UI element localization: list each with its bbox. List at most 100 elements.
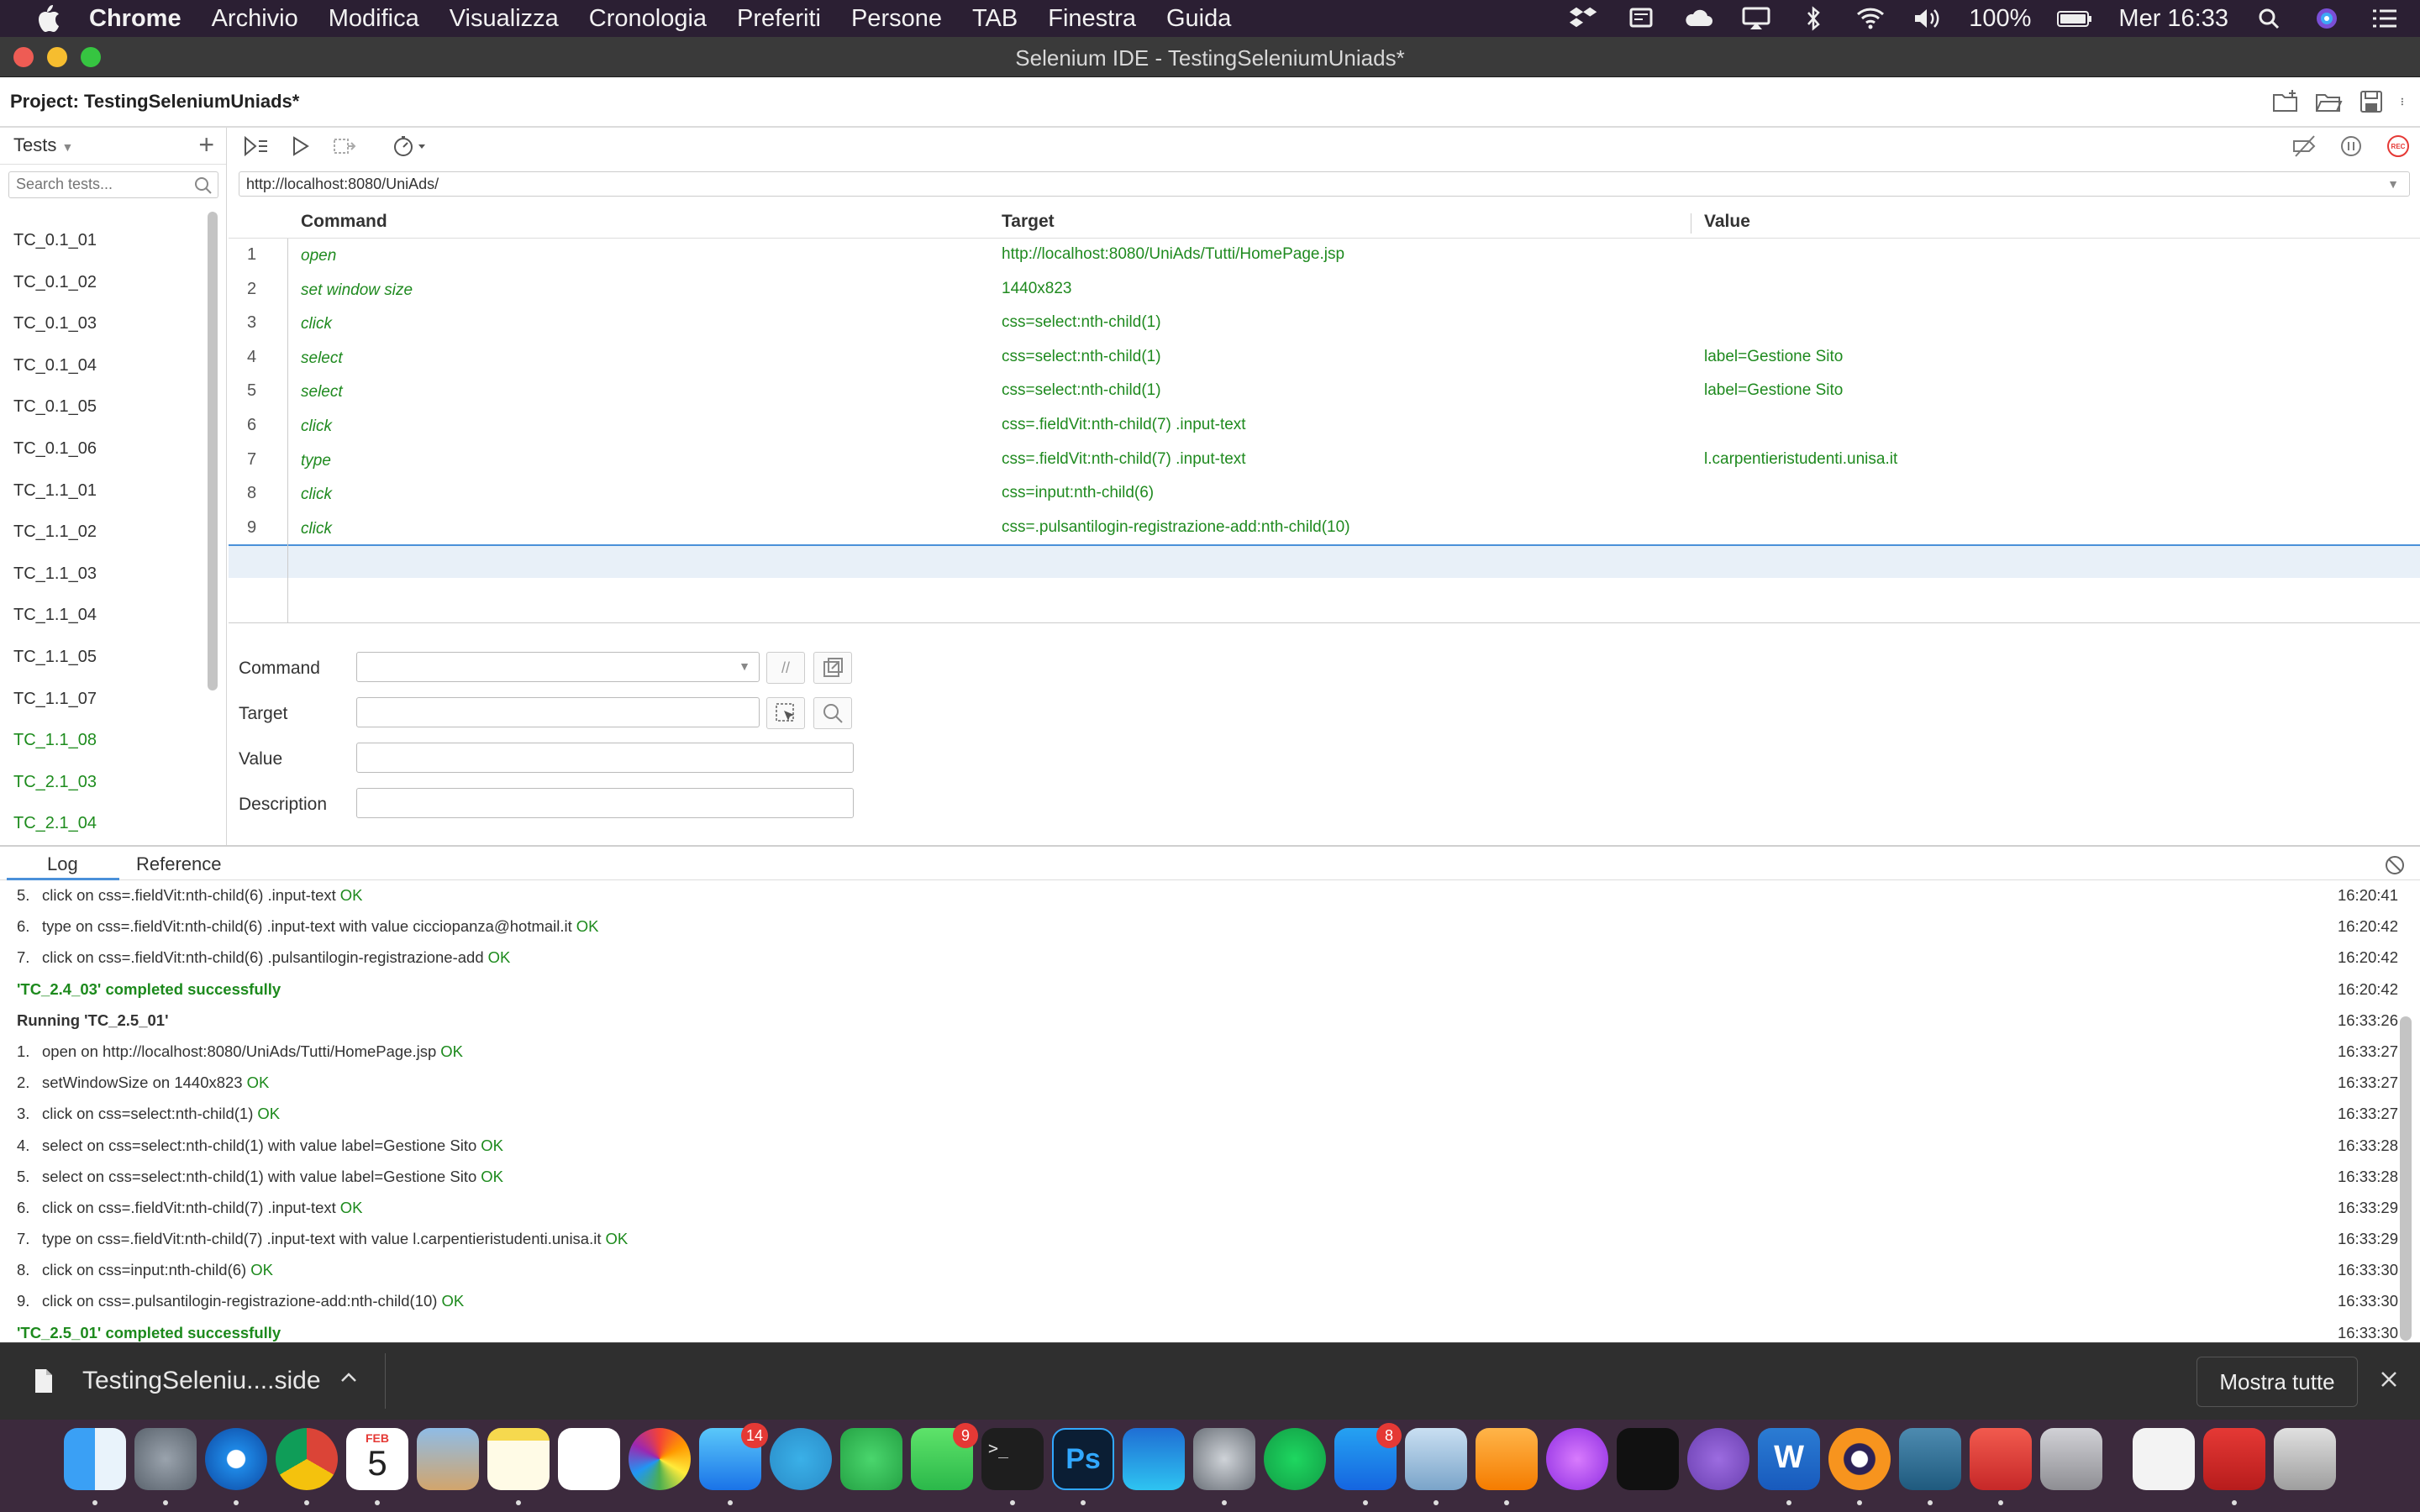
git-tool-dock-icon[interactable] <box>1970 1428 2032 1490</box>
test-item[interactable]: TC_1.1_04 <box>0 595 202 637</box>
chevron-down-icon[interactable]: ▼ <box>2387 172 2399 196</box>
menu-cronologia[interactable]: Cronologia <box>589 5 707 33</box>
menu-guida[interactable]: Guida <box>1166 5 1231 33</box>
test-item[interactable]: TC_0.1_02 <box>0 262 202 304</box>
notification-center-icon[interactable] <box>2368 6 2400 31</box>
command-row[interactable]: 1 open http://localhost:8080/UniAds/Tutti/… <box>229 239 2420 273</box>
save-project-icon[interactable] <box>2357 87 2386 116</box>
value-input[interactable] <box>356 743 854 773</box>
tests-scrollbar[interactable] <box>208 212 218 690</box>
menu-archivio[interactable]: Archivio <box>212 5 298 33</box>
chevron-up-icon[interactable] <box>338 1367 360 1389</box>
command-row[interactable]: 5 select css=select:nth-child(1) label=Gest… <box>229 375 2420 409</box>
tab-log[interactable]: Log <box>47 853 78 875</box>
menu-persone[interactable]: Persone <box>851 5 942 33</box>
pages-dock-icon[interactable] <box>1476 1428 1538 1490</box>
base-url-input[interactable]: http://localhost:8080/UniAds/ ▼ <box>239 171 2410 197</box>
launchpad-dock-icon[interactable] <box>134 1428 197 1490</box>
select-target-button[interactable] <box>766 697 805 729</box>
apple-logo-icon[interactable] <box>34 3 60 34</box>
sky-go-dock-icon[interactable] <box>1123 1428 1185 1490</box>
notes-dock-icon[interactable] <box>487 1428 550 1490</box>
menubar-clock[interactable]: Mer 16:33 <box>2118 5 2228 33</box>
target-input[interactable] <box>356 697 760 727</box>
command-row[interactable]: 2 set window size 1440x823 <box>229 273 2420 307</box>
photoshop-dock-icon[interactable]: Ps <box>1052 1428 1114 1490</box>
menu-preferiti[interactable]: Preferiti <box>737 5 821 33</box>
show-all-downloads-button[interactable]: Mostra tutte <box>2196 1357 2358 1407</box>
search-icon[interactable] <box>192 175 214 197</box>
wifi-icon[interactable] <box>1854 6 1886 31</box>
test-item[interactable]: TC_2.1_04 <box>0 803 202 845</box>
command-row[interactable]: 7 type css=.fieldVit:nth-child(7) .input-t… <box>229 444 2420 478</box>
command-row[interactable]: 9 click css=.pulsantilogin-registrazione-a… <box>229 512 2420 546</box>
description-input[interactable] <box>356 788 854 818</box>
search-tests-input[interactable] <box>16 172 184 196</box>
reminders-dock-icon[interactable] <box>558 1428 620 1490</box>
test-speed-icon[interactable] <box>392 133 427 160</box>
command-select[interactable]: ▼ <box>356 652 760 682</box>
test-item[interactable]: TC_1.1_05 <box>0 637 202 679</box>
spotify-dock-icon[interactable] <box>1264 1428 1326 1490</box>
command-row[interactable]: 6 click css=.fieldVit:nth-child(7) .input-… <box>229 409 2420 444</box>
bbedit-dock-icon[interactable] <box>2040 1428 2102 1490</box>
log-scrollbar[interactable] <box>2400 1016 2412 1341</box>
download-filename[interactable]: TestingSeleniu....side <box>82 1367 321 1395</box>
siri-icon[interactable] <box>2311 6 2343 31</box>
finder-dock-icon[interactable] <box>64 1428 126 1490</box>
preview-bird-dock-icon[interactable] <box>417 1428 479 1490</box>
spotlight-search-icon[interactable] <box>2254 6 2286 31</box>
record-icon[interactable]: REC <box>2385 133 2412 160</box>
project-name[interactable]: Project: TestingSeleniumUniads* <box>10 91 299 113</box>
panel-splitter[interactable] <box>0 845 2420 847</box>
test-item[interactable]: TC_1.1_08 <box>0 720 202 762</box>
pause-on-exceptions-icon[interactable] <box>2338 133 2365 160</box>
podcasts-dock-icon[interactable] <box>1546 1428 1608 1490</box>
tab-reference[interactable]: Reference <box>136 853 222 875</box>
menu-tab[interactable]: TAB <box>972 5 1018 33</box>
photos-dock-icon[interactable] <box>629 1428 691 1490</box>
menu-finestra[interactable]: Finestra <box>1048 5 1136 33</box>
apple-tv-dock-icon[interactable] <box>1617 1428 1679 1490</box>
test-item[interactable]: TC_1.1_02 <box>0 512 202 554</box>
preview-dock-icon[interactable] <box>1405 1428 1467 1490</box>
disable-breakpoints-icon[interactable] <box>2291 133 2317 160</box>
command-row[interactable]: 4 select css=select:nth-child(1) label=Gest… <box>229 341 2420 375</box>
test-item[interactable]: TC_0.1_06 <box>0 428 202 470</box>
run-current-test-icon[interactable] <box>287 133 314 160</box>
run-all-tests-icon[interactable] <box>242 133 269 160</box>
find-target-button[interactable] <box>813 697 852 729</box>
whatsapp-dock-icon[interactable] <box>840 1428 902 1490</box>
new-project-icon[interactable] <box>2271 87 2300 116</box>
bluetooth-icon[interactable] <box>1797 6 1829 31</box>
open-project-icon[interactable] <box>2314 87 2343 116</box>
chrome-dock-icon[interactable] <box>276 1428 338 1490</box>
documents-dock-icon[interactable] <box>2133 1428 2195 1490</box>
dropbox-icon[interactable] <box>1569 6 1601 31</box>
battery-icon[interactable] <box>2056 6 2093 31</box>
eclipse-dock-icon[interactable] <box>1828 1428 1891 1490</box>
trash-dock-icon[interactable] <box>2274 1428 2336 1490</box>
test-item[interactable]: TC_0.1_04 <box>0 345 202 387</box>
comment-toggle-button[interactable]: // <box>766 652 805 684</box>
command-row[interactable]: 8 click css=input:nth-child(6) <box>229 477 2420 512</box>
test-item[interactable]: TC_0.1_01 <box>0 220 202 262</box>
more-options-icon[interactable] <box>2400 87 2412 116</box>
test-item[interactable]: TC_0.1_03 <box>0 303 202 345</box>
close-icon[interactable] <box>2378 1368 2400 1390</box>
volume-icon[interactable] <box>1912 6 1944 31</box>
add-test-button[interactable]: + <box>198 129 214 160</box>
command-row[interactable]: 3 click css=select:nth-child(1) <box>229 307 2420 341</box>
calendar-dock-icon[interactable]: FEB 5 <box>346 1428 408 1490</box>
mysql-workbench-dock-icon[interactable] <box>1899 1428 1961 1490</box>
test-item[interactable]: TC_1.1_07 <box>0 679 202 721</box>
telegram-dock-icon[interactable] <box>770 1428 832 1490</box>
clear-log-icon[interactable] <box>2383 853 2407 877</box>
test-item[interactable]: TC_2.1_03 <box>0 762 202 804</box>
menu-modifica[interactable]: Modifica <box>329 5 419 33</box>
tests-dropdown[interactable]: Tests ▼ <box>13 134 73 156</box>
safari-dock-icon[interactable] <box>205 1428 267 1490</box>
test-item[interactable]: TC_1.1_03 <box>0 554 202 596</box>
selected-empty-row[interactable] <box>229 544 2420 578</box>
menu-app-name[interactable]: Chrome <box>89 5 182 33</box>
